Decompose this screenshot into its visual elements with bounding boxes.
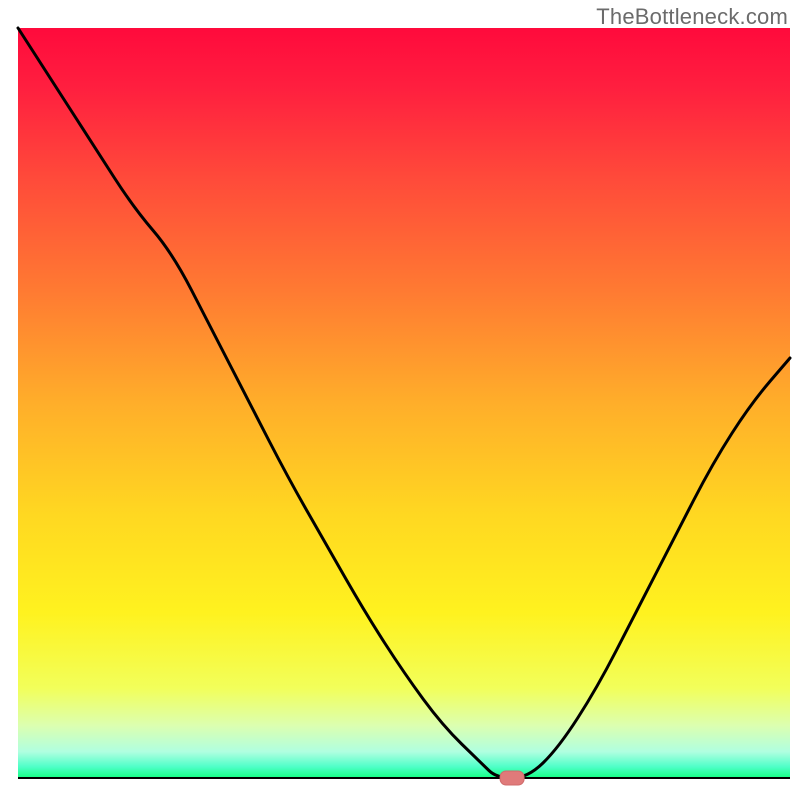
watermark-text: TheBottleneck.com	[596, 4, 788, 30]
plot-background	[18, 28, 790, 778]
bottleneck-chart	[0, 0, 800, 800]
chart-container: TheBottleneck.com	[0, 0, 800, 800]
optimal-marker	[500, 771, 524, 785]
